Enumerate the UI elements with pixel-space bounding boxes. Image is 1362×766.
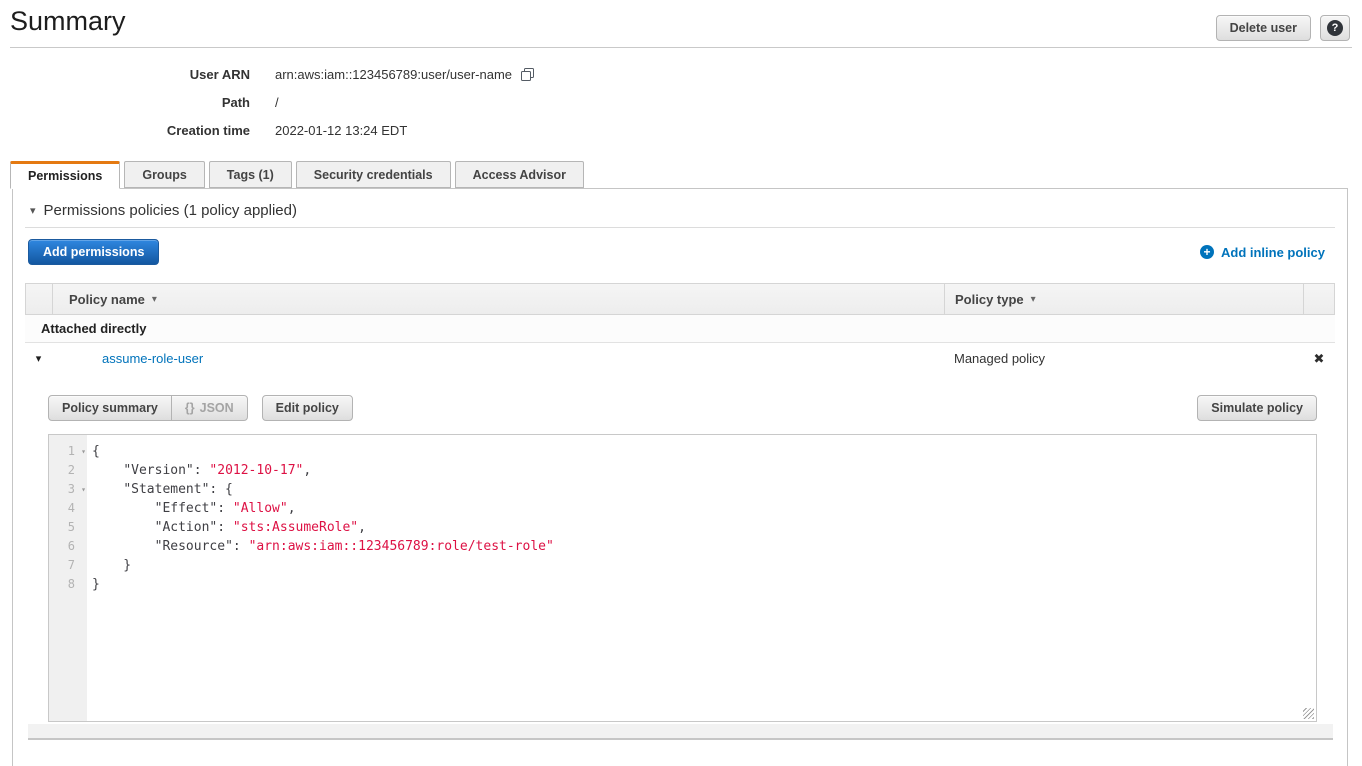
detail-row-user-arn: User ARN arn:aws:iam::123456789:user/use… bbox=[0, 60, 700, 88]
policy-name-cell: assume-role-user bbox=[52, 351, 944, 366]
actions-column-header bbox=[1304, 284, 1334, 314]
help-button[interactable]: ? bbox=[1320, 15, 1350, 41]
sort-caret-icon: ▾ bbox=[1031, 294, 1036, 305]
editor-code-line[interactable]: "Resource": "arn:aws:iam::123456789:role… bbox=[87, 537, 1302, 556]
policy-name-column-header[interactable]: Policy name ▾ bbox=[53, 284, 945, 314]
json-policy-editor[interactable]: 1▾23▾45678 { "Version": "2012-10-17", "S… bbox=[48, 434, 1317, 722]
editor-line-number: 3▾ bbox=[49, 480, 87, 499]
simulate-policy-button[interactable]: Simulate policy bbox=[1197, 395, 1317, 421]
header-divider bbox=[10, 47, 1352, 48]
fold-caret-icon[interactable]: ▾ bbox=[81, 442, 86, 461]
expander-caret-icon: ▾ bbox=[36, 352, 42, 365]
section-divider bbox=[25, 227, 1335, 228]
user-arn-label: User ARN bbox=[0, 67, 250, 82]
tab-access-advisor[interactable]: Access Advisor bbox=[455, 161, 584, 188]
policy-detail-expanded: Policy summary {} JSON Edit policy Simul… bbox=[25, 395, 1335, 740]
fold-caret-icon[interactable]: ▾ bbox=[81, 480, 86, 499]
creation-time-label: Creation time bbox=[0, 123, 250, 138]
editor-line-number: 1▾ bbox=[49, 442, 87, 461]
policy-summary-button[interactable]: Policy summary bbox=[48, 395, 172, 421]
editor-line-number: 7 bbox=[49, 556, 87, 575]
tab-security-credentials[interactable]: Security credentials bbox=[296, 161, 451, 188]
editor-line-number: 2 bbox=[49, 461, 87, 480]
permissions-policies-heading: Permissions policies (1 policy applied) bbox=[44, 202, 297, 219]
policy-detail-footer-bar bbox=[28, 724, 1333, 740]
editor-code-line[interactable]: "Version": "2012-10-17", bbox=[87, 461, 1302, 480]
path-value: / bbox=[275, 95, 279, 110]
editor-code[interactable]: { "Version": "2012-10-17", "Statement": … bbox=[87, 442, 1302, 721]
json-view-button[interactable]: {} JSON bbox=[171, 395, 248, 421]
editor-line-number: 4 bbox=[49, 499, 87, 518]
creation-time-value: 2022-01-12 13:24 EDT bbox=[275, 123, 407, 138]
add-inline-policy-link[interactable]: + Add inline policy bbox=[1200, 245, 1325, 260]
tab-groups[interactable]: Groups bbox=[124, 161, 204, 188]
policy-actions-row: Add permissions + Add inline policy bbox=[28, 238, 1335, 266]
permissions-policies-section-toggle[interactable]: ▾ Permissions policies (1 policy applied… bbox=[30, 202, 297, 219]
policy-type-cell: Managed policy bbox=[944, 351, 1303, 366]
tab-bar: Permissions Groups Tags (1) Security cre… bbox=[10, 161, 584, 188]
group-row-attached-directly: Attached directly bbox=[25, 315, 1335, 343]
add-permissions-button[interactable]: Add permissions bbox=[28, 239, 159, 265]
header-actions: Delete user ? bbox=[1216, 15, 1350, 41]
sort-caret-icon: ▾ bbox=[152, 294, 157, 305]
policy-type-column-header[interactable]: Policy type ▾ bbox=[945, 284, 1304, 314]
iam-user-summary-page: Summary Delete user ? User ARN arn:aws:i… bbox=[0, 0, 1362, 766]
editor-code-line[interactable]: "Statement": { bbox=[87, 480, 1302, 499]
page-header: Summary Delete user ? bbox=[0, 0, 1362, 47]
policy-delete-cell: ✖ bbox=[1303, 352, 1335, 365]
detail-row-path: Path / bbox=[0, 88, 700, 116]
tab-tags[interactable]: Tags (1) bbox=[209, 161, 292, 188]
editor-code-line[interactable]: { bbox=[87, 442, 1302, 461]
detail-row-creation-time: Creation time 2022-01-12 13:24 EDT bbox=[0, 116, 700, 144]
user-details: User ARN arn:aws:iam::123456789:user/use… bbox=[0, 60, 700, 144]
braces-icon: {} bbox=[185, 401, 195, 415]
editor-line-number: 6 bbox=[49, 537, 87, 556]
policies-table: Policy name ▾ Policy type ▾ Attached dir… bbox=[25, 283, 1335, 740]
copy-arn-icon[interactable] bbox=[520, 67, 535, 82]
editor-line-number: 5 bbox=[49, 518, 87, 537]
user-arn-value: arn:aws:iam::123456789:user/user-name bbox=[275, 67, 535, 82]
tab-permissions[interactable]: Permissions bbox=[10, 161, 120, 189]
policy-view-segmented-control: Policy summary {} JSON bbox=[48, 395, 248, 421]
editor-resize-handle[interactable] bbox=[1303, 708, 1314, 719]
chevron-down-icon: ▾ bbox=[30, 204, 36, 217]
plus-circle-icon: + bbox=[1200, 245, 1214, 259]
page-title: Summary bbox=[10, 6, 126, 37]
editor-gutter: 1▾23▾45678 bbox=[49, 435, 87, 721]
policy-view-toolbar: Policy summary {} JSON Edit policy Simul… bbox=[48, 395, 1317, 421]
permissions-tab-panel: ▾ Permissions policies (1 policy applied… bbox=[12, 188, 1348, 766]
policies-table-header: Policy name ▾ Policy type ▾ bbox=[25, 283, 1335, 315]
detach-policy-x-icon[interactable]: ✖ bbox=[1314, 352, 1325, 365]
editor-code-line[interactable]: "Action": "sts:AssumeRole", bbox=[87, 518, 1302, 537]
delete-user-button[interactable]: Delete user bbox=[1216, 15, 1311, 41]
help-icon: ? bbox=[1327, 20, 1343, 36]
expander-column-header bbox=[26, 284, 53, 314]
editor-code-line[interactable]: } bbox=[87, 556, 1302, 575]
editor-code-line[interactable]: } bbox=[87, 575, 1302, 594]
path-label: Path bbox=[0, 95, 250, 110]
table-row-policy: ▾ assume-role-user Managed policy ✖ bbox=[25, 343, 1335, 374]
edit-policy-button[interactable]: Edit policy bbox=[262, 395, 353, 421]
row-expander[interactable]: ▾ bbox=[25, 352, 52, 365]
editor-line-number: 8 bbox=[49, 575, 87, 594]
policy-name-link[interactable]: assume-role-user bbox=[102, 351, 203, 366]
editor-code-line[interactable]: "Effect": "Allow", bbox=[87, 499, 1302, 518]
